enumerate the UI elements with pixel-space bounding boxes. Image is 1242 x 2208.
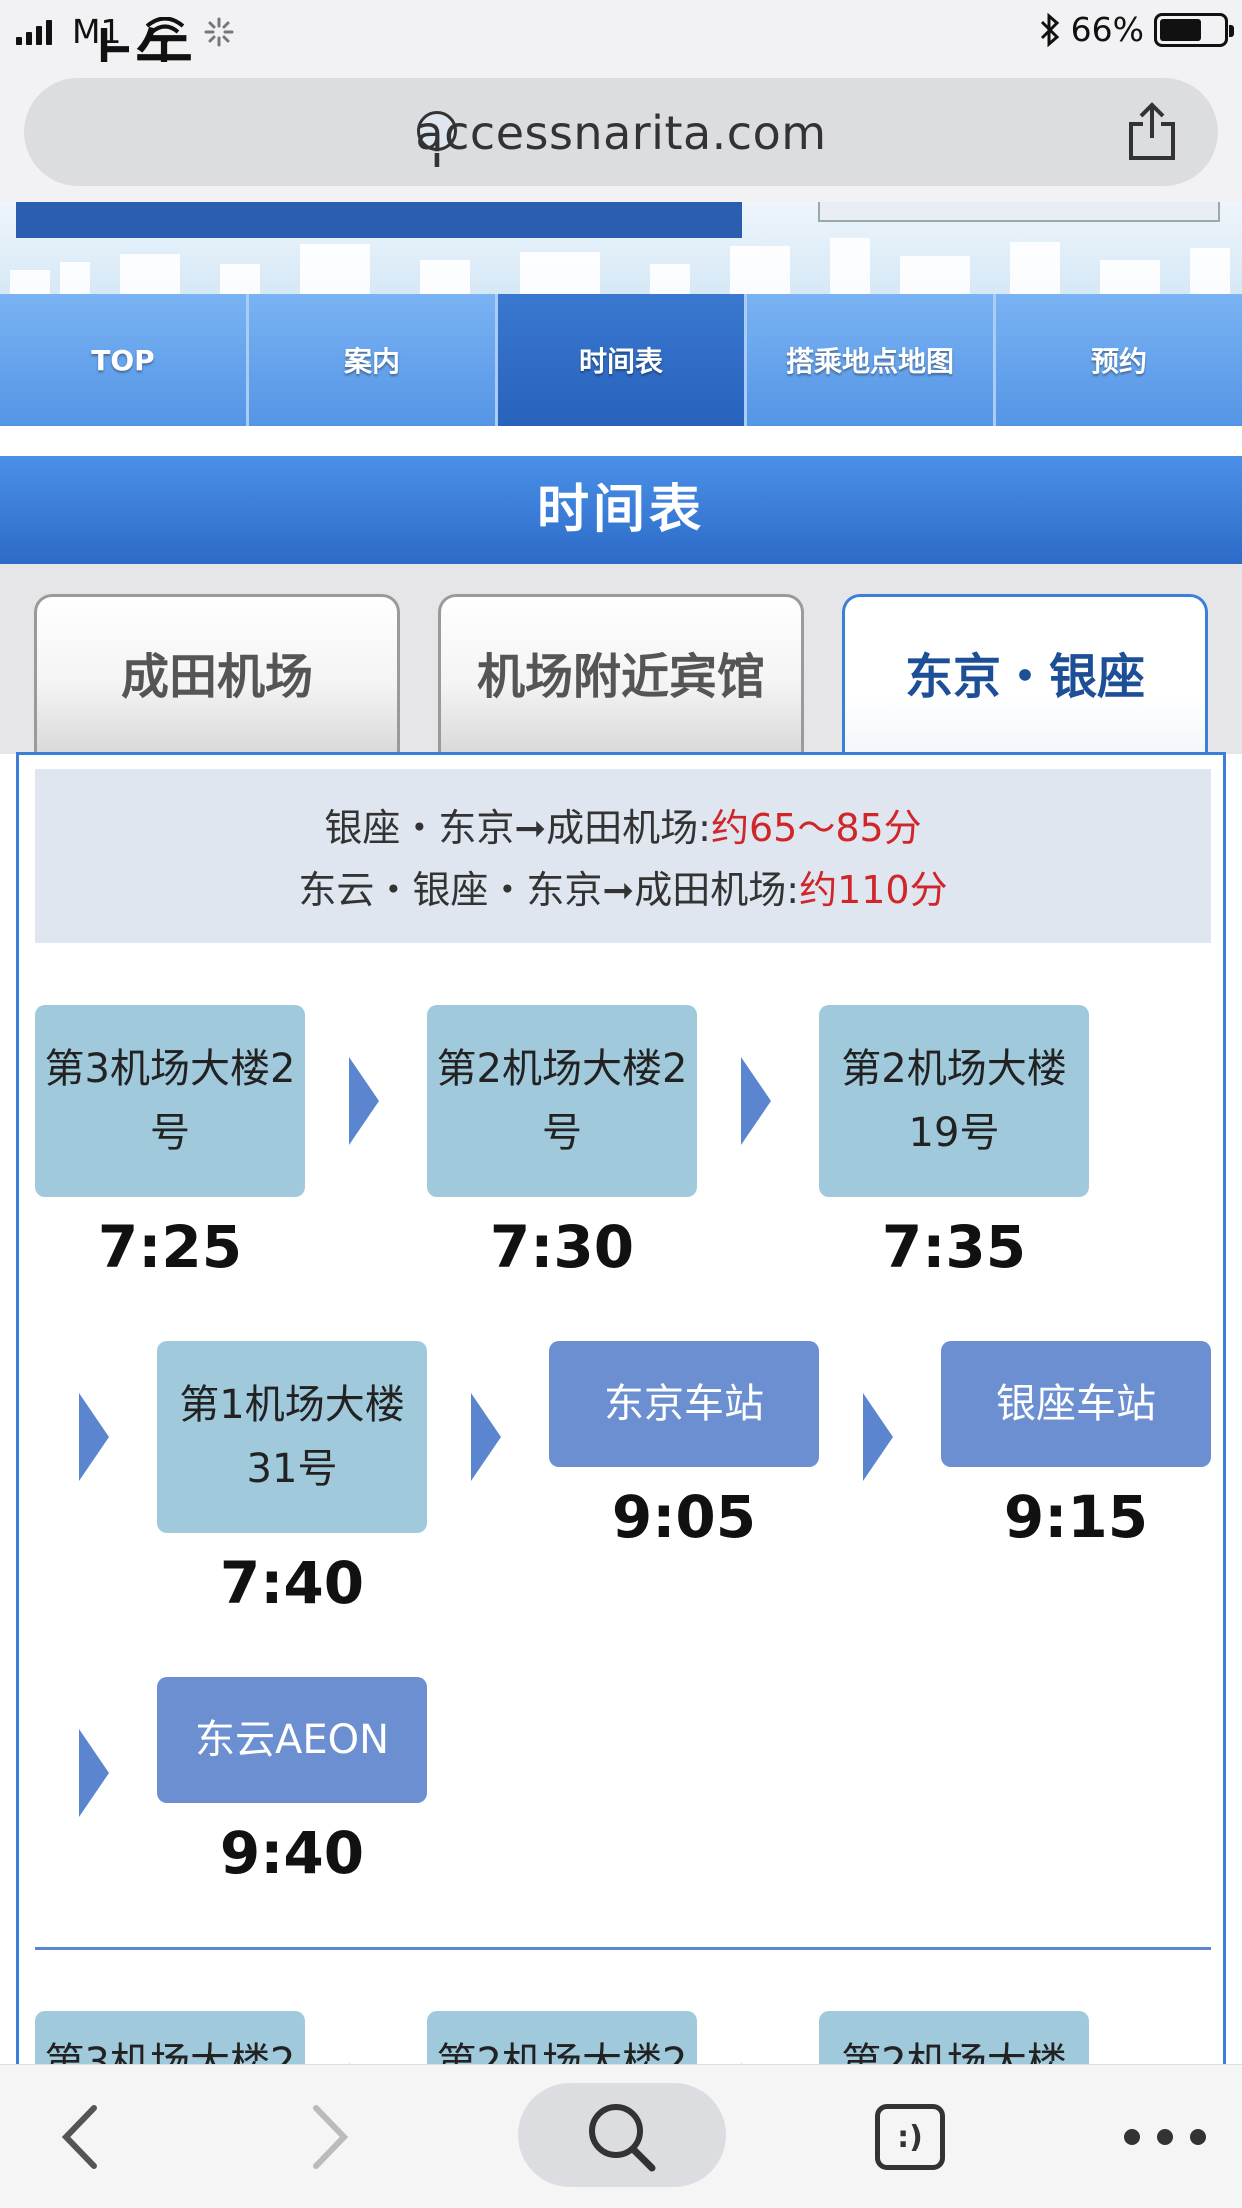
stop-box: 银座车站 <box>941 1341 1211 1467</box>
browser-address-area: i accessnarita.com <box>0 62 1242 202</box>
stop-time: 9:05 <box>611 1483 757 1551</box>
arrow-icon <box>741 1057 771 1145</box>
arrow-icon <box>349 1057 379 1145</box>
route-divider <box>35 1947 1211 1950</box>
route-tabs: 成田机场 机场附近宾馆 东京・银座 <box>0 564 1242 758</box>
nav-item-reservation[interactable]: 预约 <box>996 294 1242 426</box>
arrow-icon <box>79 1729 109 1817</box>
browser-toolbar: :) <box>0 2064 1242 2208</box>
tabs-button[interactable]: :) <box>870 2065 950 2208</box>
stop-time: 7:40 <box>219 1549 365 1617</box>
address-bar[interactable]: i accessnarita.com <box>24 78 1218 186</box>
arrow-icon <box>79 1393 109 1481</box>
site-banner <box>0 202 1242 294</box>
stop-time: 7:35 <box>881 1213 1027 1281</box>
battery-percent: 66% <box>1070 10 1144 49</box>
more-icon <box>1124 2129 1206 2145</box>
travel-time-line-2: 东云・银座・东京➞成田机场:约110分 <box>298 868 948 912</box>
tab-airport-hotels[interactable]: 机场附近宾馆 <box>438 594 804 754</box>
search-icon <box>589 2104 656 2172</box>
tab-tokyo-ginza[interactable]: 东京・银座 <box>842 594 1208 758</box>
stop-time: 9:15 <box>1003 1483 1149 1551</box>
tab-narita-airport[interactable]: 成田机场 <box>34 594 400 754</box>
stop-box: 东云AEON <box>157 1677 427 1803</box>
main-nav: TOP 案内 时间表 搭乘地点地图 预约 <box>0 294 1242 426</box>
forward-icon <box>313 2105 349 2169</box>
url-text[interactable]: accessnarita.com <box>24 106 1218 160</box>
stop-time: 9:40 <box>219 1819 365 1887</box>
back-button[interactable] <box>40 2065 120 2208</box>
tabs-icon: :) <box>875 2104 945 2170</box>
stop-box: 第2机场大楼19号 <box>819 1005 1089 1197</box>
stop-box: 第1机场大楼31号 <box>157 1341 427 1533</box>
nav-item-guide[interactable]: 案内 <box>249 294 498 426</box>
travel-time-line-1: 银座・东京➞成田机场:约65～85分 <box>324 806 922 850</box>
nav-item-boarding-map[interactable]: 搭乘地点地图 <box>747 294 996 426</box>
more-button[interactable] <box>1120 2065 1210 2208</box>
status-bar: M1 上午10:29 66% <box>0 0 1242 162</box>
banner-logo-bar <box>16 202 742 238</box>
stop-box: 第3机场大楼2号 <box>35 1005 305 1197</box>
city-skyline-graphic <box>10 238 1230 294</box>
stop-box: 东京车站 <box>549 1341 819 1467</box>
arrow-icon <box>863 1393 893 1481</box>
nav-item-top[interactable]: TOP <box>0 294 249 426</box>
forward-button[interactable] <box>290 2065 370 2208</box>
travel-time-info: 银座・东京➞成田机场:约65～85分 东云・银座・东京➞成田机场:约110分 <box>35 769 1211 943</box>
stop-time: 7:25 <box>97 1213 243 1281</box>
arrow-icon <box>471 1393 501 1481</box>
page-title: 时间表 <box>0 456 1242 564</box>
share-icon[interactable] <box>1126 102 1178 162</box>
search-button[interactable] <box>518 2083 726 2187</box>
bluetooth-icon <box>1040 12 1059 47</box>
back-icon <box>61 2105 97 2169</box>
stop-box: 第2机场大楼2号 <box>427 1005 697 1197</box>
timetable-panel: 银座・东京➞成田机场:约65～85分 东云・银座・东京➞成田机场:约110分 第… <box>16 752 1226 2208</box>
battery-icon <box>1154 12 1234 47</box>
stop-time: 7:30 <box>489 1213 635 1281</box>
banner-box <box>818 202 1220 222</box>
nav-item-timetable[interactable]: 时间表 <box>498 294 747 426</box>
